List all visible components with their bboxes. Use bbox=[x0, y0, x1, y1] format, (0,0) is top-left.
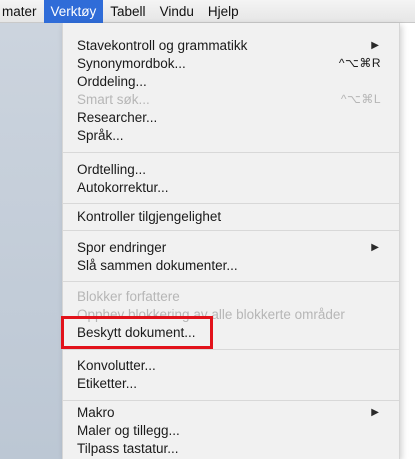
menu-item-label: Orddeling... bbox=[77, 74, 147, 89]
menu-separator bbox=[63, 281, 399, 282]
document-background bbox=[0, 23, 62, 459]
menu-separator bbox=[63, 349, 399, 350]
menu-item-label: Maler og tillegg... bbox=[77, 423, 180, 438]
menu-item-label: Tilpass tastatur... bbox=[77, 441, 179, 456]
menu-item-hyphenation[interactable]: Orddeling... bbox=[77, 72, 387, 91]
menu-item-macro[interactable]: Makro ▶ bbox=[77, 403, 387, 422]
menu-item-label: Smart søk... bbox=[77, 92, 150, 107]
menu-item-label: Blokker forfattere bbox=[77, 289, 180, 304]
menu-item-block-authors: Blokker forfattere bbox=[77, 287, 387, 306]
menu-item-templates-addins[interactable]: Maler og tillegg... bbox=[77, 421, 387, 440]
menu-item-label: Kontroller tilgjengelighet bbox=[77, 209, 222, 224]
menu-item-researcher[interactable]: Researcher... bbox=[77, 108, 387, 127]
menu-item-label: Etiketter... bbox=[77, 376, 138, 391]
menu-item-autocorrect[interactable]: Autokorrektur... bbox=[77, 178, 387, 197]
menu-item-language[interactable]: Språk... bbox=[77, 126, 387, 145]
menu-item-label: Autokorrektur... bbox=[77, 180, 169, 195]
menu-separator bbox=[63, 230, 399, 231]
menu-item-customize-keyboard[interactable]: Tilpass tastatur... bbox=[77, 439, 387, 458]
submenu-arrow-icon: ▶ bbox=[371, 242, 379, 253]
menu-item-label: Spor endringer bbox=[77, 240, 167, 255]
submenu-arrow-icon: ▶ bbox=[371, 40, 379, 51]
menu-item-label: Språk... bbox=[77, 128, 124, 143]
menu-item-word-count[interactable]: Ordtelling... bbox=[77, 160, 387, 179]
tools-dropdown-menu: Stavekontroll og grammatikk ▶ Synonymord… bbox=[62, 23, 400, 459]
menubar-item-format[interactable]: mater bbox=[0, 0, 44, 23]
submenu-arrow-icon: ▶ bbox=[371, 407, 379, 418]
menu-separator bbox=[63, 400, 399, 401]
annotation-highlight-box bbox=[61, 316, 213, 349]
menu-item-spelling-grammar[interactable]: Stavekontroll og grammatikk ▶ bbox=[77, 36, 387, 55]
menu-item-thesaurus[interactable]: Synonymordbok... ^⌥⌘R bbox=[77, 54, 387, 73]
menubar-item-help[interactable]: Hjelp bbox=[201, 0, 246, 23]
menu-item-smart-search: Smart søk... ^⌥⌘L bbox=[77, 90, 387, 109]
menu-item-label: Researcher... bbox=[77, 110, 158, 125]
menu-item-label: Stavekontroll og grammatikk bbox=[77, 38, 248, 53]
menu-item-envelopes[interactable]: Konvolutter... bbox=[77, 356, 387, 375]
menubar-item-window[interactable]: Vindu bbox=[153, 0, 201, 23]
menu-item-labels[interactable]: Etiketter... bbox=[77, 374, 387, 393]
menubar-item-table[interactable]: Tabell bbox=[103, 0, 152, 23]
menu-item-merge-documents[interactable]: Slå sammen dokumenter... bbox=[77, 256, 387, 275]
menu-item-track-changes[interactable]: Spor endringer ▶ bbox=[77, 238, 387, 257]
window-background bbox=[400, 23, 415, 459]
menu-bar: mater Verktøy Tabell Vindu Hjelp bbox=[0, 0, 415, 23]
menu-item-label: Slå sammen dokumenter... bbox=[77, 258, 238, 273]
menu-item-label: Konvolutter... bbox=[77, 358, 156, 373]
menu-separator bbox=[63, 203, 399, 204]
menu-separator bbox=[63, 152, 399, 153]
menu-item-label: Ordtelling... bbox=[77, 162, 147, 177]
menu-item-shortcut: ^⌥⌘R bbox=[338, 56, 381, 70]
menubar-item-tools[interactable]: Verktøy bbox=[43, 0, 104, 23]
menu-item-label: Makro bbox=[77, 405, 115, 420]
menu-item-shortcut: ^⌥⌘L bbox=[340, 92, 381, 106]
menu-item-label: Synonymordbok... bbox=[77, 56, 186, 71]
menu-item-check-accessibility[interactable]: Kontroller tilgjengelighet bbox=[77, 207, 387, 226]
